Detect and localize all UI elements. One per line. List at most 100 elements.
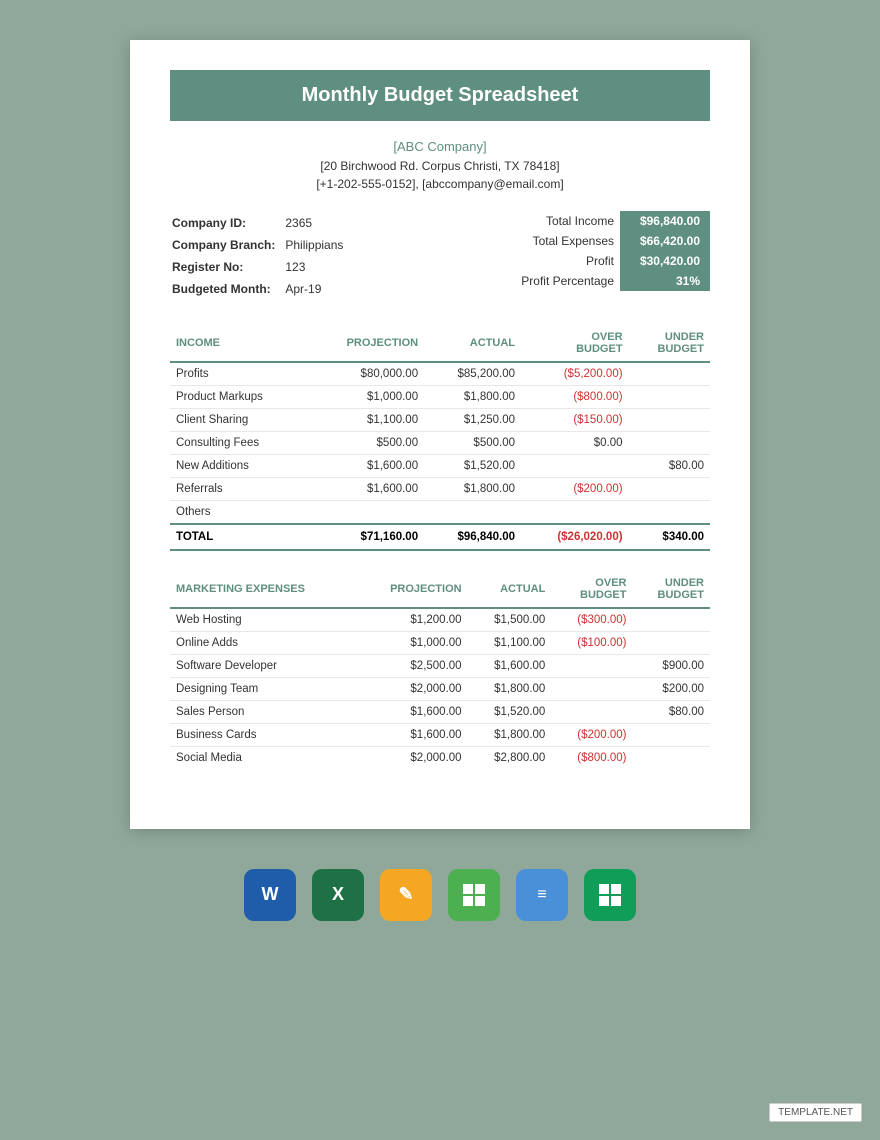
income-row-over: ($200.00) <box>521 477 629 500</box>
budgeted-month-label: Budgeted Month: <box>172 279 283 299</box>
company-contact: [+1-202-555-0152], [abccompany@email.com… <box>170 175 710 193</box>
document: Monthly Budget Spreadsheet [ABC Company]… <box>130 40 750 829</box>
income-total-over: ($26,020.00) <box>521 524 629 550</box>
income-row-projection: $500.00 <box>308 431 424 454</box>
income-table: INCOME PROJECTION ACTUAL OVERBUDGET UNDE… <box>170 325 710 551</box>
template-badge: TEMPLATE.NET <box>769 1103 862 1122</box>
income-row-under <box>629 477 710 500</box>
income-row-under <box>629 408 710 431</box>
income-row-actual: $500.00 <box>424 431 521 454</box>
mkt-row-over <box>551 654 632 677</box>
projection-col-header: PROJECTION <box>308 325 424 362</box>
mkt-row-under <box>632 746 710 769</box>
mkt-row-name: Business Cards <box>170 723 357 746</box>
mkt-row-name: Software Developer <box>170 654 357 677</box>
mkt-row-name: Designing Team <box>170 677 357 700</box>
excel-icon[interactable]: X <box>312 869 364 921</box>
income-row-over: $0.00 <box>521 431 629 454</box>
income-row-name: New Additions <box>170 454 308 477</box>
mkt-row-under: $200.00 <box>632 677 710 700</box>
mkt-row-name: Social Media <box>170 746 357 769</box>
income-row: Others <box>170 500 710 524</box>
income-row-over <box>521 500 629 524</box>
profit-pct-value: 31% <box>620 271 710 291</box>
under-budget-col-header: UNDERBUDGET <box>629 325 710 362</box>
income-row: New Additions $1,600.00 $1,520.00 $80.00 <box>170 454 710 477</box>
mkt-row-name: Sales Person <box>170 700 357 723</box>
over-budget-col-header: OVERBUDGET <box>521 325 629 362</box>
marketing-row: Software Developer $2,500.00 $1,600.00 $… <box>170 654 710 677</box>
word-icon[interactable]: W <box>244 869 296 921</box>
income-row: Client Sharing $1,100.00 $1,250.00 ($150… <box>170 408 710 431</box>
marketing-table: MARKETING EXPENSES PROJECTION ACTUAL OVE… <box>170 571 710 769</box>
mkt-row-name: Online Adds <box>170 631 357 654</box>
mkt-row-actual: $1,800.00 <box>468 677 552 700</box>
income-row-under <box>629 385 710 408</box>
mkt-row-projection: $1,600.00 <box>357 700 468 723</box>
meta-right: Total Income $96,840.00 Total Expenses $… <box>515 211 710 301</box>
income-row-actual: $1,800.00 <box>424 385 521 408</box>
income-row-name: Consulting Fees <box>170 431 308 454</box>
total-income-label: Total Income <box>515 211 620 231</box>
income-row-name: Others <box>170 500 308 524</box>
meta-right-table: Total Income $96,840.00 Total Expenses $… <box>515 211 710 291</box>
mkt-row-actual: $1,500.00 <box>468 608 552 632</box>
income-row-under: $80.00 <box>629 454 710 477</box>
mkt-row-actual: $2,800.00 <box>468 746 552 769</box>
profit-label: Profit <box>515 251 620 271</box>
income-row: Consulting Fees $500.00 $500.00 $0.00 <box>170 431 710 454</box>
mkt-row-projection: $2,000.00 <box>357 677 468 700</box>
numbers-icon[interactable] <box>448 869 500 921</box>
mkt-row-projection: $1,000.00 <box>357 631 468 654</box>
income-row-name: Profits <box>170 362 308 386</box>
mkt-over-col: OVERBUDGET <box>551 571 632 608</box>
meta-left-table: Company ID: 2365 Company Branch: Philipp… <box>170 211 353 301</box>
marketing-row: Online Adds $1,000.00 $1,100.00 ($100.00… <box>170 631 710 654</box>
pages-icon[interactable]: ✎ <box>380 869 432 921</box>
register-no-label: Register No: <box>172 257 283 277</box>
income-row-actual: $85,200.00 <box>424 362 521 386</box>
mkt-row-over: ($200.00) <box>551 723 632 746</box>
gsheets-icon[interactable] <box>584 869 636 921</box>
income-row-name: Referrals <box>170 477 308 500</box>
company-id-value: 2365 <box>285 213 351 233</box>
mkt-row-projection: $1,200.00 <box>357 608 468 632</box>
mkt-row-actual: $1,800.00 <box>468 723 552 746</box>
company-branch-value: Philippians <box>285 235 351 255</box>
income-row-name: Product Markups <box>170 385 308 408</box>
meta-section: Company ID: 2365 Company Branch: Philipp… <box>170 211 710 301</box>
mkt-row-over <box>551 700 632 723</box>
marketing-row: Social Media $2,000.00 $2,800.00 ($800.0… <box>170 746 710 769</box>
income-col-header: INCOME <box>170 325 308 362</box>
income-row-actual: $1,520.00 <box>424 454 521 477</box>
income-row-actual: $1,800.00 <box>424 477 521 500</box>
mkt-row-under: $80.00 <box>632 700 710 723</box>
mkt-row-name: Web Hosting <box>170 608 357 632</box>
income-row-projection: $80,000.00 <box>308 362 424 386</box>
profit-value: $30,420.00 <box>620 251 710 271</box>
mkt-row-over: ($300.00) <box>551 608 632 632</box>
mkt-row-actual: $1,600.00 <box>468 654 552 677</box>
income-row-actual: $1,250.00 <box>424 408 521 431</box>
mkt-row-under <box>632 631 710 654</box>
company-branch-label: Company Branch: <box>172 235 283 255</box>
income-row: Referrals $1,600.00 $1,800.00 ($200.00) <box>170 477 710 500</box>
income-row: Profits $80,000.00 $85,200.00 ($5,200.00… <box>170 362 710 386</box>
income-row-projection: $1,000.00 <box>308 385 424 408</box>
document-title: Monthly Budget Spreadsheet <box>170 70 710 121</box>
total-expenses-label: Total Expenses <box>515 231 620 251</box>
income-row-over <box>521 454 629 477</box>
income-row-over: ($800.00) <box>521 385 629 408</box>
mkt-row-projection: $2,000.00 <box>357 746 468 769</box>
gdocs-icon[interactable]: ≡ <box>516 869 568 921</box>
income-row-name: Client Sharing <box>170 408 308 431</box>
register-no-value: 123 <box>285 257 351 277</box>
income-row-under <box>629 431 710 454</box>
mkt-row-over <box>551 677 632 700</box>
income-total-projection: $71,160.00 <box>308 524 424 550</box>
mkt-row-over: ($100.00) <box>551 631 632 654</box>
income-row: Product Markups $1,000.00 $1,800.00 ($80… <box>170 385 710 408</box>
mkt-row-over: ($800.00) <box>551 746 632 769</box>
meta-left: Company ID: 2365 Company Branch: Philipp… <box>170 211 353 301</box>
mkt-projection-col: PROJECTION <box>357 571 468 608</box>
